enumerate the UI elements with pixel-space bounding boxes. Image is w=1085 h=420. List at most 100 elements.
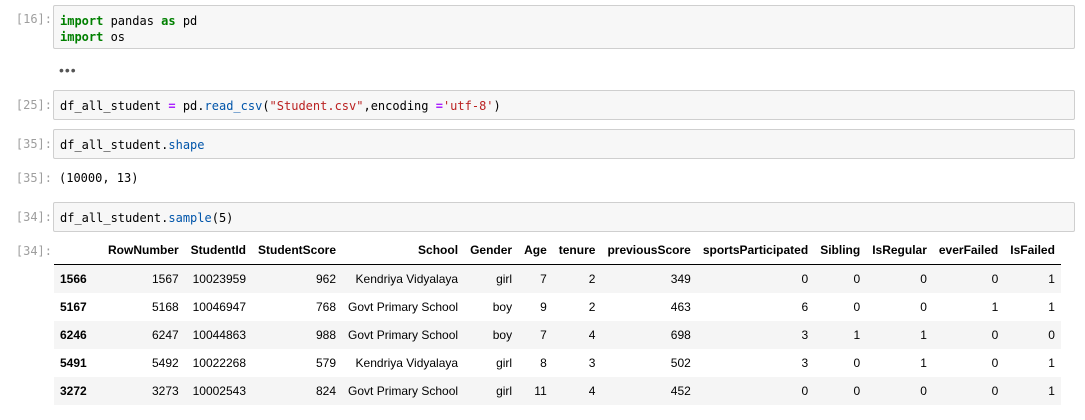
table-cell: 0 — [991, 272, 999, 286]
table-cell: 8 — [540, 356, 547, 370]
table-cell: 5168 — [151, 300, 179, 314]
string-literal: "Student.csv" — [269, 99, 364, 113]
table-cell: boy — [492, 328, 513, 342]
collapsed-output-ellipsis[interactable]: ••• — [59, 62, 77, 78]
table-cell: 0 — [801, 384, 809, 398]
column-header: School — [342, 236, 465, 265]
code-text: pd. — [175, 99, 205, 113]
dataframe-table: RowNumber StudentId StudentScore School … — [54, 236, 1061, 405]
table-cell: 1 — [1048, 300, 1055, 314]
table-cell: 2 — [588, 300, 596, 314]
table-cell: 7 — [540, 272, 547, 286]
row-index: 5167 — [60, 300, 87, 314]
function-name: read_csv — [204, 99, 263, 113]
table-cell: 4 — [588, 328, 596, 342]
table-cell: 0 — [853, 384, 861, 398]
table-cell: 698 — [670, 328, 691, 342]
table-cell: Kendriya Vidyalaya — [355, 356, 459, 370]
column-header: previousScore — [601, 236, 697, 265]
cell-35-output: (10000, 13) — [59, 171, 139, 185]
table-cell: 3 — [588, 356, 596, 370]
cell-25-code: df_all_student = pd.read_csv("Student.cs… — [54, 91, 1074, 121]
table-cell: Kendriya Vidyalaya — [355, 272, 459, 286]
table-cell: 0 — [853, 300, 861, 314]
cell-16-input[interactable]: import pandas as pd import os — [53, 5, 1075, 49]
row-index: 1566 — [60, 272, 87, 286]
table-cell: 10046947 — [192, 300, 246, 314]
column-header: Gender — [464, 236, 519, 265]
code-text: pandas — [103, 14, 162, 28]
table-cell: Govt Primary School — [348, 328, 459, 342]
table-cell: 962 — [315, 272, 337, 286]
table-cell: 452 — [670, 384, 691, 398]
column-header: everFailed — [932, 236, 1005, 265]
table-cell: girl — [496, 272, 513, 286]
keyword: import — [60, 30, 104, 44]
string-literal: 'utf-8' — [442, 99, 494, 113]
table-cell: 502 — [670, 356, 691, 370]
table-cell: 0 — [920, 272, 927, 286]
table-header-row: RowNumber StudentId StudentScore School … — [54, 236, 1061, 265]
table-row: 5167 5168 10046947 768 Govt Primary Scho… — [54, 293, 1061, 321]
table-cell: 0 — [801, 272, 809, 286]
table-cell: girl — [496, 384, 513, 398]
table-cell: 1 — [920, 356, 927, 370]
keyword: import — [60, 14, 104, 28]
row-index: 6246 — [60, 328, 87, 342]
table-cell: 988 — [315, 328, 337, 342]
table-cell: 1 — [1048, 384, 1055, 398]
column-header: Sibling — [814, 236, 867, 265]
table-cell: 3 — [801, 356, 809, 370]
attribute-name: shape — [168, 138, 205, 152]
table-cell: Govt Primary School — [348, 300, 459, 314]
column-header: tenure — [552, 236, 602, 265]
cell-34-code: df_all_student.sample(5) — [54, 203, 1074, 233]
table-cell: 0 — [991, 356, 999, 370]
table-cell: 0 — [991, 328, 999, 342]
table-cell: 0 — [920, 384, 927, 398]
code-text: ) — [493, 99, 501, 113]
column-header: StudentId — [184, 236, 252, 265]
cell-35-input[interactable]: df_all_student.shape — [53, 129, 1075, 159]
table-row: 1566 1567 10023959 962 Kendriya Vidyalay… — [54, 264, 1061, 293]
table-cell: 0 — [991, 384, 999, 398]
row-index: 5491 — [60, 356, 87, 370]
table-cell: 9 — [540, 300, 547, 314]
column-header: RowNumber — [102, 236, 185, 265]
cell-16-code: import pandas as pd import os — [54, 6, 1074, 52]
table-cell: 1 — [853, 328, 861, 342]
column-header: IsRegular — [866, 236, 933, 265]
table-cell: Govt Primary School — [348, 384, 459, 398]
table-cell: 3273 — [151, 384, 179, 398]
operator: = — [168, 99, 176, 113]
table-cell: 6247 — [151, 328, 179, 342]
table-cell: 3 — [801, 328, 809, 342]
table-cell: 1 — [920, 328, 927, 342]
table-cell: 10022268 — [192, 356, 246, 370]
table-cell: 6 — [801, 300, 809, 314]
cell-34-input[interactable]: df_all_student.sample(5) — [53, 202, 1075, 232]
table-cell: 1 — [1048, 272, 1055, 286]
cell-25-input[interactable]: df_all_student = pd.read_csv("Student.cs… — [53, 90, 1075, 120]
table-cell: 4 — [588, 384, 596, 398]
index-header — [54, 236, 102, 265]
code-text: (5) — [211, 211, 234, 225]
operator: = — [435, 99, 443, 113]
table-cell: 0 — [853, 356, 861, 370]
code-text: df_all_student. — [60, 211, 169, 225]
table-row: 6246 6247 10044863 988 Govt Primary Scho… — [54, 321, 1061, 349]
code-text: df_all_student — [60, 99, 169, 113]
table-cell: 768 — [315, 300, 337, 314]
code-text: df_all_student. — [60, 138, 169, 152]
table-cell: 7 — [540, 328, 547, 342]
table-cell: 5492 — [151, 356, 179, 370]
table-cell: 10002543 — [192, 384, 246, 398]
cell-16-prompt: [16]: — [15, 12, 52, 26]
table-cell: 0 — [920, 300, 927, 314]
table-cell: girl — [496, 356, 513, 370]
code-text: pd — [175, 14, 198, 28]
table-cell: boy — [492, 300, 513, 314]
cell-34-prompt: [34]: — [15, 210, 52, 224]
table-row: 5491 5492 10022268 579 Kendriya Vidyalay… — [54, 349, 1061, 377]
keyword: as — [161, 14, 176, 28]
